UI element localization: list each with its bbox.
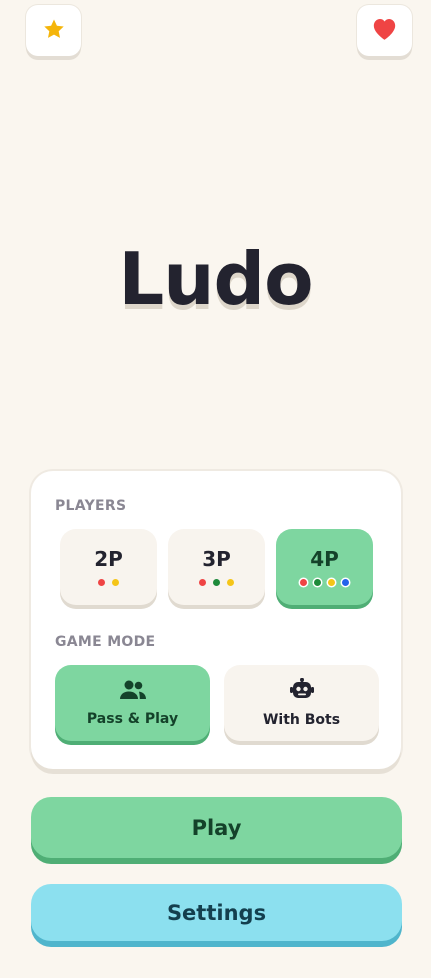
- yellow-dot: [328, 579, 335, 586]
- players-option-label: 2P: [94, 547, 123, 571]
- with-bots-button[interactable]: With Bots: [224, 665, 379, 741]
- pass-and-play-button[interactable]: Pass & Play: [55, 665, 210, 741]
- game-title: Ludo: [118, 237, 313, 321]
- players-selector: 2P 3P 4P: [60, 529, 373, 605]
- like-button[interactable]: [357, 5, 412, 56]
- game-mode-label: GAME MODE: [55, 634, 156, 650]
- players-3p-button[interactable]: 3P: [168, 529, 265, 605]
- player-color-dots: [98, 579, 119, 586]
- mode-label: With Bots: [262, 712, 341, 728]
- players-label: PLAYERS: [55, 498, 127, 514]
- mode-label: Pass & Play: [86, 711, 179, 727]
- players-2p-button[interactable]: 2P: [60, 529, 157, 605]
- yellow-dot: [227, 579, 234, 586]
- red-dot: [300, 579, 307, 586]
- red-dot: [199, 579, 206, 586]
- yellow-dot: [112, 579, 119, 586]
- green-dot: [213, 579, 220, 586]
- green-dot: [314, 579, 321, 586]
- settings-button[interactable]: Settings: [31, 884, 402, 941]
- player-color-dots: [199, 579, 234, 586]
- players-4p-button[interactable]: 4P: [276, 529, 373, 605]
- blue-dot: [342, 579, 349, 586]
- star-icon: [42, 17, 66, 45]
- players-option-label: 3P: [202, 547, 231, 571]
- robot-icon: [289, 677, 315, 706]
- heart-icon: [371, 16, 398, 45]
- people-icon: [119, 679, 147, 705]
- game-mode-selector: Pass & Play With Bots: [55, 665, 379, 741]
- play-button[interactable]: Play: [31, 797, 402, 858]
- setup-panel: PLAYERS 2P 3P 4P GAME MODE Pass & Play W…: [31, 471, 401, 769]
- favorites-button[interactable]: [26, 5, 81, 56]
- players-option-label: 4P: [310, 547, 339, 571]
- red-dot: [98, 579, 105, 586]
- player-color-dots: [300, 579, 349, 586]
